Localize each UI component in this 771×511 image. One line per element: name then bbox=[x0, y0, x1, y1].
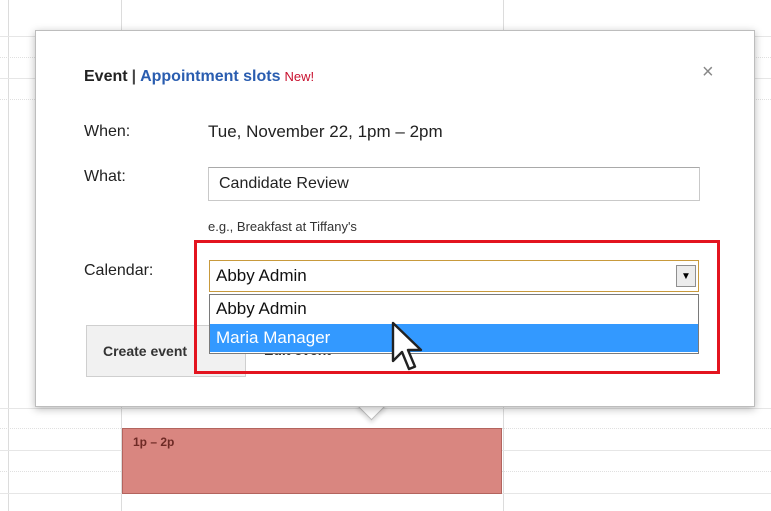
close-icon[interactable]: × bbox=[702, 61, 714, 84]
when-label: When: bbox=[84, 123, 131, 140]
tab-event[interactable]: Event bbox=[84, 68, 128, 85]
grid-line bbox=[0, 408, 771, 409]
calendar-label: Calendar: bbox=[84, 262, 154, 279]
quick-add-popup: Event | Appointment slots New! × When: Tue,… bbox=[35, 30, 755, 407]
what-label: What: bbox=[84, 168, 126, 185]
new-badge: New! bbox=[284, 69, 315, 84]
what-input[interactable] bbox=[208, 167, 700, 201]
event-time: 1p – 2p bbox=[133, 435, 175, 449]
mouse-pointer-icon bbox=[391, 321, 423, 371]
popup-header: Event | Appointment slots New! bbox=[84, 68, 314, 86]
calendar-event-block[interactable]: 1p – 2p bbox=[122, 428, 502, 494]
tab-separator: | bbox=[131, 68, 137, 85]
grid-line bbox=[8, 0, 9, 511]
when-value: Tue, November 22, 1pm – 2pm bbox=[208, 122, 443, 141]
what-hint: e.g., Breakfast at Tiffany's bbox=[208, 219, 357, 234]
annotation-highlight-box bbox=[194, 240, 720, 374]
tab-appointment-slots[interactable]: Appointment slots bbox=[140, 68, 280, 85]
